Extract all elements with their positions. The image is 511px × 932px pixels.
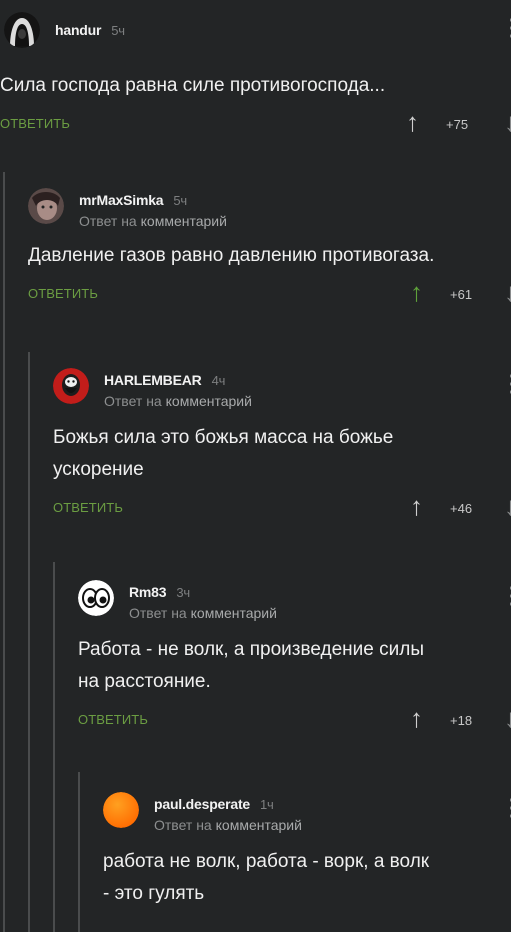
comment-rating: +75 (446, 117, 469, 132)
comment-author[interactable]: Rm83 3ч (129, 584, 190, 600)
reply-to-info: Ответ на комментарий (79, 213, 227, 229)
reply-to-info: Ответ на комментарий (154, 817, 302, 833)
reply-to-link[interactable]: комментарий (141, 213, 227, 229)
reply-button[interactable]: ОТВЕТИТЬ (78, 712, 148, 727)
comment-time: 5ч (173, 193, 187, 208)
user-photo-avatar-icon (28, 188, 64, 224)
vote-down-icon[interactable]: ↓ (504, 277, 511, 308)
reply-to-link[interactable]: комментарий (166, 393, 252, 409)
vote-down-icon[interactable]: ↓ (504, 703, 511, 734)
reply-to-link[interactable]: комментарий (191, 605, 277, 621)
orange-circle-avatar-icon (103, 792, 139, 828)
comment-actions: ОТВЕТИТЬ ↑ +46 ↓ (53, 491, 511, 524)
thread-line-level-1 (3, 172, 5, 932)
thread-line-level-2 (28, 352, 30, 932)
comment-text: Сила господа равна силе противогоспода..… (0, 75, 386, 96)
comment-author[interactable]: HARLEMBEAR 4ч (104, 372, 225, 388)
avatar[interactable] (53, 368, 89, 404)
thread-line-level-3 (53, 562, 55, 932)
comment-time: 3ч (176, 585, 190, 600)
comment-time: 1ч (260, 797, 274, 812)
comment-actions: ОТВЕТИТЬ ↑ +18 ↓ (78, 703, 511, 736)
reply-button[interactable]: ОТВЕТИТЬ (28, 286, 98, 301)
vote-up-icon[interactable]: ↑ (406, 107, 419, 138)
comment-rating: +18 (450, 713, 473, 728)
comment-rating: +46 (450, 501, 473, 516)
comment-header: mrMaxSimka 5ч Ответ на комментарий (28, 180, 511, 229)
comment-header: handur 5ч (4, 12, 511, 58)
avatar[interactable] (78, 580, 114, 616)
avatar[interactable] (28, 188, 64, 224)
comment-rating: +61 (450, 287, 473, 302)
reply-to-info: Ответ на комментарий (104, 393, 252, 409)
vote-down-icon[interactable]: ↓ (504, 491, 511, 522)
comment: HARLEMBEAR 4ч Ответ на комментарий Божья … (53, 360, 511, 524)
thread-line-level-4 (78, 772, 80, 932)
vote-up-icon[interactable]: ↑ (410, 277, 423, 308)
comment-header: HARLEMBEAR 4ч Ответ на комментарий (53, 360, 511, 409)
comment-actions: ОТВЕТИТЬ ↑ +75 ↓ (0, 107, 511, 140)
vote-up-icon[interactable]: ↑ (410, 491, 423, 522)
comment-header: Rm83 3ч Ответ на комментарий (78, 572, 511, 621)
comment: mrMaxSimka 5ч Ответ на комментарий Давлен… (28, 180, 511, 310)
reply-button[interactable]: ОТВЕТИТЬ (53, 500, 123, 515)
avatar[interactable] (103, 792, 139, 828)
comment: Rm83 3ч Ответ на комментарий Работа - не … (78, 572, 511, 736)
comment-time: 5ч (111, 23, 125, 38)
vote-up-icon[interactable]: ↑ (410, 703, 423, 734)
reply-to-link[interactable]: комментарий (216, 817, 302, 833)
avatar[interactable] (4, 12, 40, 48)
reply-to-info: Ответ на комментарий (129, 605, 277, 621)
hooded-figure-avatar-icon (4, 12, 40, 48)
comment-text: Божья сила это божья масса на божье уско… (53, 427, 394, 480)
comment: paul.desperate 1ч Ответ на комментарий ра… (103, 784, 511, 910)
comment-author[interactable]: paul.desperate 1ч (154, 796, 274, 812)
comment-header: paul.desperate 1ч Ответ на комментарий (103, 784, 511, 833)
vote-down-icon[interactable]: ↓ (504, 107, 511, 138)
bearded-man-avatar-icon (53, 368, 89, 404)
reply-button[interactable]: ОТВЕТИТЬ (0, 116, 70, 131)
comment-author[interactable]: handur 5ч (55, 22, 125, 38)
comment-actions: ОТВЕТИТЬ ↑ +61 ↓ (28, 277, 511, 310)
comment-time: 4ч (211, 373, 226, 388)
comment-text: работа не волк, работа - ворк, а волк - … (103, 851, 430, 904)
comment-text: Работа - не волк, а произведение силы на… (78, 639, 424, 692)
comment-author[interactable]: mrMaxSimka 5ч (79, 192, 187, 208)
comment-text: Давление газов равно давлению противогаз… (28, 245, 435, 266)
comment: handur 5ч Сила господа равна силе противо… (0, 12, 511, 140)
googly-eyes-avatar-icon (78, 580, 114, 616)
